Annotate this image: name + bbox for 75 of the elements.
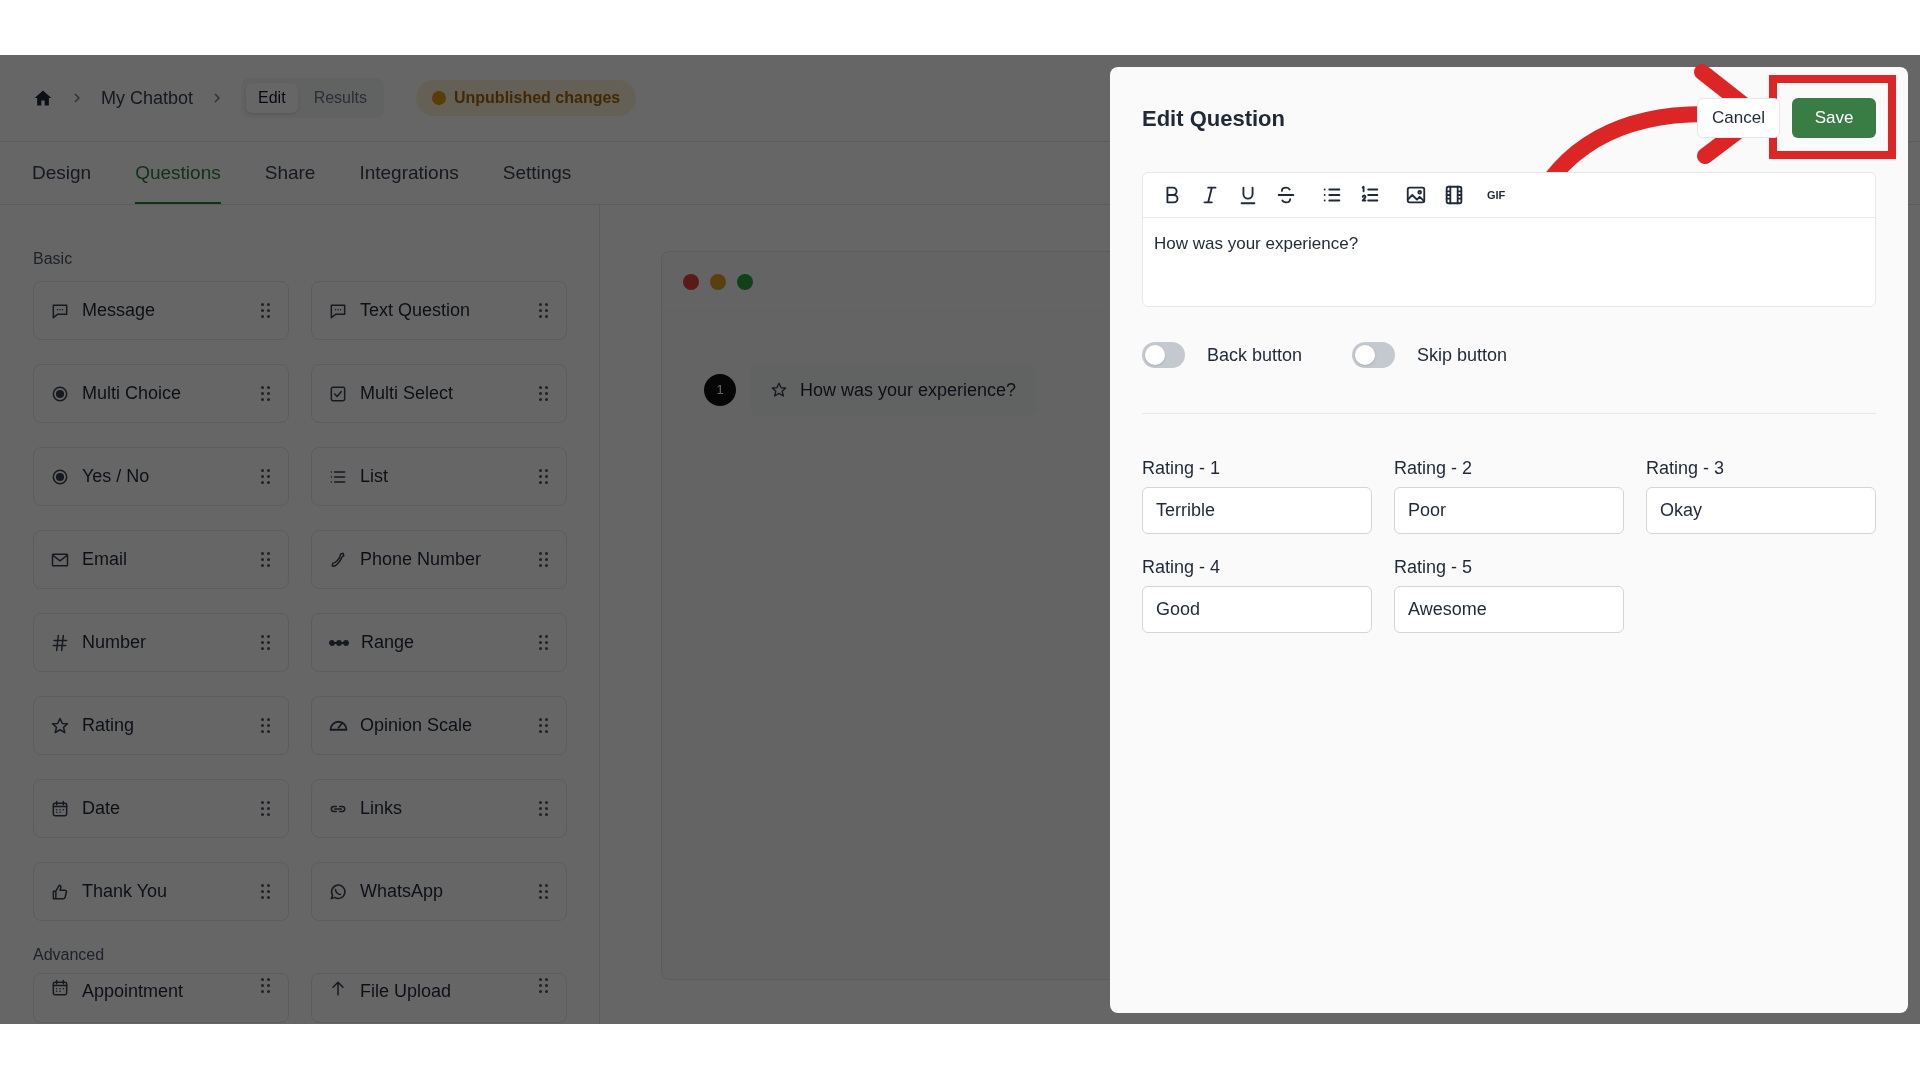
section-heading: Basic [33, 249, 74, 269]
input-field[interactable]: Terrible [1142, 487, 1372, 534]
question-type-card[interactable]: Appointment [33, 973, 289, 1023]
drag-handle-icon[interactable] [261, 552, 270, 567]
film-icon[interactable] [1443, 184, 1465, 206]
hash-icon [50, 632, 70, 653]
question-type-card[interactable]: Links [311, 779, 567, 838]
question-type-card[interactable]: Number [33, 613, 289, 672]
drag-handle-icon[interactable] [261, 884, 270, 899]
nav-tab[interactable]: Share [264, 154, 316, 204]
gauge-icon [328, 720, 348, 731]
breadcrumb-link[interactable]: My Chatbot [101, 84, 194, 112]
mode-tab[interactable]: Edit [246, 83, 298, 113]
status-badge: Unpublished changes [416, 80, 637, 116]
strikethrough-icon[interactable] [1275, 184, 1297, 206]
panel-title: Edit Question [1142, 104, 1286, 133]
drag-handle-icon[interactable] [539, 884, 548, 899]
toggle-label: Skip button [1417, 343, 1508, 367]
input-field[interactable]: Awesome [1394, 586, 1624, 633]
calendar-icon [50, 798, 70, 819]
question-type-card[interactable]: Rating [33, 696, 289, 755]
gif-button[interactable]: GIF [1487, 186, 1506, 204]
drag-handle-icon[interactable] [539, 978, 548, 993]
question-type-card[interactable]: Email [33, 530, 289, 589]
save-button[interactable]: Save [1792, 98, 1876, 138]
question-type-card[interactable]: Multi Choice [33, 364, 289, 423]
input-field[interactable]: Okay [1646, 487, 1876, 534]
range-icon [328, 639, 349, 646]
drag-handle-icon[interactable] [539, 386, 548, 401]
field-label: Rating - 2 [1394, 457, 1474, 480]
calendar-icon [50, 978, 70, 998]
nav-tab[interactable]: Questions [135, 154, 221, 204]
star-icon [770, 381, 788, 399]
drag-handle-icon[interactable] [261, 469, 270, 484]
drag-handle-icon[interactable] [261, 303, 270, 318]
drag-handle-icon[interactable] [261, 635, 270, 650]
question-type-card[interactable]: Yes / No [33, 447, 289, 506]
drag-handle-icon[interactable] [261, 801, 270, 816]
question-type-card[interactable]: Opinion Scale [311, 696, 567, 755]
nav-tab[interactable]: Design [32, 154, 92, 204]
drag-handle-icon[interactable] [539, 469, 548, 484]
question-type-card[interactable]: File Upload [311, 973, 567, 1023]
field-label: Rating - 4 [1142, 556, 1222, 579]
nav-tab[interactable]: Settings [502, 154, 572, 204]
field-label: Rating - 1 [1142, 457, 1222, 480]
image-icon[interactable] [1405, 184, 1427, 206]
drag-handle-icon[interactable] [261, 718, 270, 733]
question-type-card[interactable]: Message [33, 281, 289, 340]
drag-handle-icon[interactable] [261, 386, 270, 401]
star-icon [50, 715, 70, 736]
question-type-card[interactable]: Date [33, 779, 289, 838]
input-field[interactable]: Good [1142, 586, 1372, 633]
nav-tab[interactable]: Integrations [359, 154, 459, 204]
question-type-card[interactable]: List [311, 447, 567, 506]
drag-handle-icon[interactable] [539, 303, 548, 318]
home-icon[interactable] [33, 88, 53, 108]
field-label: Rating - 5 [1394, 556, 1474, 579]
cancel-button[interactable]: Cancel [1697, 98, 1780, 138]
question-type-card[interactable]: Thank You [33, 862, 289, 921]
input-field[interactable]: Poor [1394, 487, 1624, 534]
toggle-label: Back button [1207, 343, 1303, 367]
question-type-card[interactable]: WhatsApp [311, 862, 567, 921]
drag-handle-icon[interactable] [539, 552, 548, 567]
drag-handle-icon[interactable] [539, 718, 548, 733]
question-type-card[interactable]: Text Question [311, 281, 567, 340]
drag-handle-icon[interactable] [261, 978, 270, 993]
question-type-card[interactable]: Range [311, 613, 567, 672]
field-label: Rating - 3 [1646, 457, 1726, 480]
drag-handle-icon[interactable] [539, 635, 548, 650]
question-text-editor[interactable]: How was your experience? [1143, 218, 1875, 306]
drag-handle-icon[interactable] [539, 801, 548, 816]
question-type-card[interactable]: Multi Select [311, 364, 567, 423]
question-type-card[interactable]: Phone Number [311, 530, 567, 589]
question-number: 1 [704, 374, 736, 406]
section-heading: Advanced [33, 945, 106, 965]
